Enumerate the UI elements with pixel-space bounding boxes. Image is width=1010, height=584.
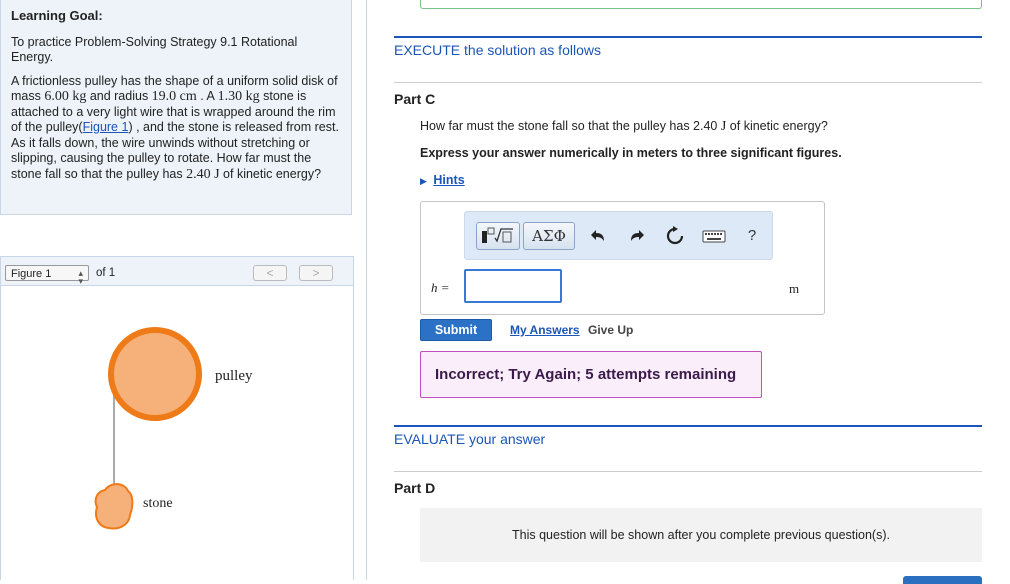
select-arrows-icon: ▴ ▾ (78, 268, 83, 286)
part-c-question: How far must the stone fall so that the … (420, 119, 828, 134)
unit-label: m (789, 281, 800, 296)
math-toolbar: ΑΣΦ ? (464, 211, 773, 260)
pulley-label: pulley (215, 368, 253, 384)
mass-value: 6.00 kg (44, 89, 87, 104)
part-d-title: Part D (394, 480, 436, 496)
learning-goal-text: To practice Problem-Solving Strategy 9.1… (11, 34, 298, 65)
learning-goal-title: Learning Goal: (11, 8, 103, 23)
figure-link[interactable]: Figure 1 (83, 120, 129, 134)
radius-value: 19.0 cm (151, 89, 197, 104)
prev-figure-button[interactable]: < (253, 265, 287, 281)
hints-link[interactable]: Hints (433, 173, 464, 187)
fraction-sqrt-icon (482, 227, 513, 243)
undo-icon[interactable] (590, 226, 610, 246)
give-up-link[interactable]: Give Up (588, 323, 633, 337)
pulley-disk (108, 327, 202, 421)
hints-toggle[interactable]: ▶ Hints (420, 173, 465, 187)
execute-divider (394, 36, 982, 38)
part-c-instruction: Express your answer numerically in meter… (420, 146, 842, 160)
my-answers-link[interactable]: My Answers (510, 323, 580, 337)
redo-icon[interactable] (625, 226, 645, 246)
figure-select[interactable]: Figure 1 ▴ ▾ (5, 265, 89, 286)
templates-button[interactable] (476, 222, 520, 250)
next-button-edge[interactable] (903, 576, 982, 584)
execute-heading: EXECUTE the solution as follows (394, 42, 601, 58)
problem-statement: A frictionless pulley has the shape of a… (11, 73, 339, 182)
evaluate-heading: EVALUATE your answer (394, 431, 546, 447)
part-c-divider (394, 82, 982, 83)
energy-value: 2.40 J (186, 166, 220, 182)
locked-message: This question will be shown after you co… (420, 508, 982, 562)
help-icon[interactable]: ? (742, 226, 762, 246)
pulley-figure: pulley stone (94, 327, 253, 530)
symbols-button[interactable]: ΑΣΦ (523, 222, 575, 250)
submit-button[interactable]: Submit (420, 319, 492, 341)
figure-count: of 1 (96, 267, 116, 279)
evaluate-divider (394, 425, 982, 427)
figure-toolbar: Figure 1 ▴ ▾ of 1 < > (1, 257, 353, 286)
figure-panel: Figure 1 ▴ ▾ of 1 < > pulley stone (0, 256, 354, 580)
caret-right-icon: ▶ (420, 176, 427, 186)
stone-label: stone (143, 496, 173, 511)
next-figure-button[interactable]: > (299, 265, 333, 281)
keyboard-icon[interactable] (702, 226, 726, 246)
previous-part-box-edge (420, 0, 982, 9)
stone-shape (94, 483, 134, 530)
answer-input[interactable] (464, 269, 562, 303)
left-panel: Learning Goal: To practice Problem-Solvi… (0, 0, 354, 580)
learning-goal-box: Learning Goal: To practice Problem-Solvi… (0, 0, 352, 215)
part-d-divider (394, 471, 982, 472)
variable-label: h = (431, 280, 450, 295)
part-c-title: Part C (394, 91, 436, 107)
panel-divider (366, 0, 367, 580)
stone-mass-value: 1.30 kg (217, 89, 260, 104)
feedback-message: Incorrect; Try Again; 5 attempts remaini… (420, 351, 762, 398)
reset-icon[interactable] (665, 226, 685, 246)
